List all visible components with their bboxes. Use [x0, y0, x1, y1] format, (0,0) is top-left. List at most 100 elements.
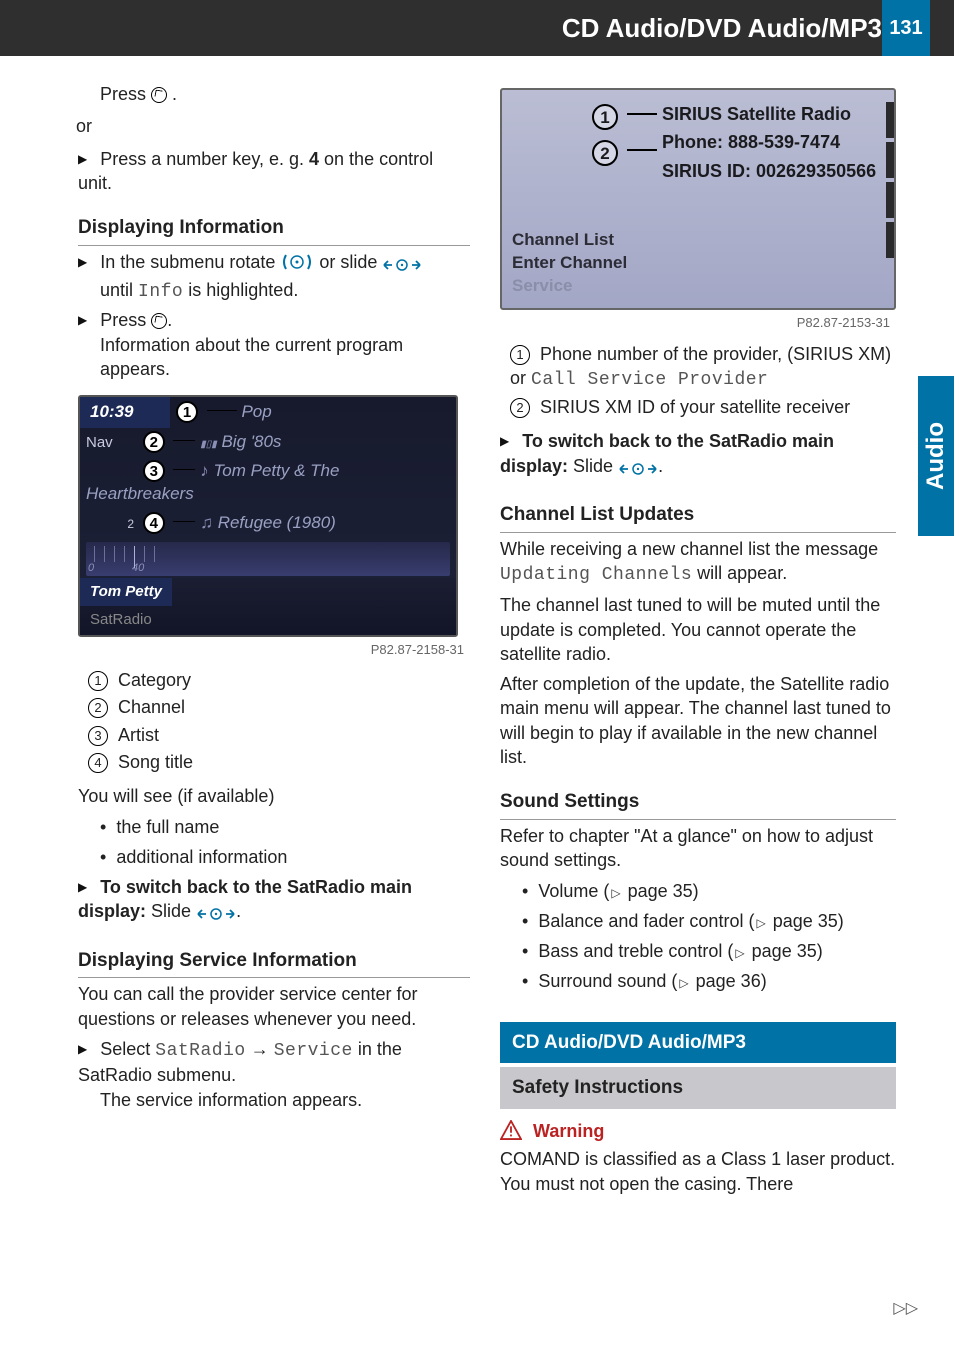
callout-label: Channel — [118, 697, 185, 717]
text: page 35) — [768, 911, 844, 931]
rotate-icon — [280, 253, 314, 277]
text: page 35) — [623, 881, 699, 901]
step-text: . — [167, 310, 172, 330]
you-will-see: You will see (if available) — [78, 784, 470, 808]
text: Balance and fader control ( — [538, 911, 754, 931]
page-ref-icon — [754, 911, 767, 931]
step-press: Press . — [100, 82, 470, 106]
screenshot-info-display: 10:39 1 Pop Nav 2 ▮▯▮ Big '80s 3 — [78, 395, 458, 636]
menu-item: SatRadio — [155, 1041, 245, 1061]
callout-label: Category — [118, 670, 191, 690]
step-bold: 4 — [309, 149, 319, 169]
press-icon — [151, 313, 167, 329]
step-rotate: In the submenu rotate or slide until Inf… — [78, 250, 470, 305]
shot-tab-satradio: SatRadio — [80, 606, 162, 634]
warning-title: Warning — [533, 1121, 604, 1141]
callout-4-num: 4 — [143, 512, 165, 534]
tick-label: 0 — [88, 561, 94, 576]
text: Volume ( — [538, 881, 609, 901]
page-ref-icon — [677, 971, 690, 991]
step-text: Press — [100, 310, 151, 330]
shot-tab-selected: Tom Petty — [80, 578, 172, 606]
section-channel-updates: Channel List Updates — [500, 502, 896, 533]
upd-text-3: After completion of the update, the Sate… — [500, 672, 896, 769]
page-ref-icon — [609, 881, 622, 901]
bullet-text: additional information — [116, 847, 287, 867]
text: page 35) — [747, 941, 823, 961]
figure-ref-2: P82.87-2153-31 — [500, 314, 890, 332]
step-switch-back-1: To switch back to the SatRadio main disp… — [78, 875, 470, 928]
step-switch-back-2: To switch back to the SatRadio main disp… — [500, 429, 896, 482]
callout-legend-2: 1Phone number of the provider, (SIRIUS X… — [500, 342, 896, 420]
step-result: The service information appears. — [100, 1088, 470, 1112]
warning-header: Warning — [500, 1119, 896, 1143]
upd-text-1: While receiving a new channel list the m… — [500, 537, 896, 588]
slide-icon — [618, 458, 658, 482]
section-displaying-information: Displaying Information — [78, 215, 470, 246]
screenshot-service-info: 1 2 SIRIUS Satellite Radio Phone: 888-53… — [500, 88, 896, 310]
press-icon — [151, 87, 167, 103]
bullet-surround: Surround sound ( page 36) — [522, 969, 896, 993]
figure-ref-1: P82.87-2158-31 — [78, 641, 464, 659]
callout-1-num: 1 — [176, 401, 198, 423]
shot-channel: Big '80s — [221, 432, 281, 451]
shot-menu-enter-channel: Enter Channel — [512, 252, 627, 275]
callout-num: 3 — [88, 726, 108, 746]
text: Bass and treble control ( — [538, 941, 733, 961]
shot-category: Pop — [241, 402, 271, 421]
menu-item: Service — [274, 1041, 353, 1061]
service-intro: You can call the provider service center… — [78, 982, 470, 1031]
callout-num: 1 — [510, 345, 530, 365]
slide-icon — [382, 254, 422, 278]
shot-artist: Tom Petty & The Heartbreakers — [86, 461, 339, 503]
mono-text: Updating Channels — [500, 565, 692, 585]
section-sound-settings: Sound Settings — [500, 789, 896, 820]
step-select-service: Select SatRadio → Service in the SatRadi… — [78, 1037, 470, 1112]
right-column: 1 2 SIRIUS Satellite Radio Phone: 888-53… — [500, 82, 896, 1274]
callout-text: SIRIUS XM ID of your satellite receiver — [540, 397, 850, 417]
step-text: . — [658, 456, 663, 476]
shot-scroll-indicators — [886, 98, 894, 300]
arrow: → — [246, 1039, 274, 1059]
callout-2-num: 2 — [592, 140, 618, 166]
continue-icon: ▷▷ — [893, 1298, 918, 1318]
step-result: Information about the current program ap… — [100, 333, 470, 382]
step-text: Slide — [573, 456, 618, 476]
text: Surround sound ( — [538, 971, 677, 991]
menu-item-info: Info — [138, 282, 183, 302]
warning-icon — [500, 1120, 522, 1140]
bullet-bass: Bass and treble control ( page 35) — [522, 939, 896, 963]
bullet-text: the full name — [116, 817, 219, 837]
shot-line-1: SIRIUS Satellite Radio — [662, 102, 886, 126]
bullet-fullname: the full name — [100, 815, 470, 839]
header-title: CD Audio/DVD Audio/MP3 — [562, 0, 882, 56]
callout-label: Song title — [118, 752, 193, 772]
bullet-volume: Volume ( page 35) — [522, 879, 896, 903]
step-text: Select — [100, 1039, 155, 1059]
side-tab-audio: Audio — [918, 376, 954, 536]
shot-nav: Nav — [86, 433, 138, 453]
slide-icon — [196, 903, 236, 927]
step-text: is highlighted. — [183, 280, 298, 300]
step-text: until — [100, 280, 138, 300]
upd-text-2: The channel last tuned to will be muted … — [500, 593, 896, 666]
shot-menu-service: Service — [512, 275, 627, 298]
step-press-2: Press . Information about the current pr… — [78, 308, 470, 381]
step-text: . — [236, 901, 241, 921]
left-column: Press . or Press a number key, e. g. 4 o… — [78, 82, 470, 1274]
step-bold: To switch back to the SatRadio main disp… — [78, 877, 412, 921]
callout-num: 2 — [510, 398, 530, 418]
callout-legend-1: 1Category 2Channel 3Artist 4Song title — [78, 668, 470, 774]
page-number: 131 — [882, 0, 930, 56]
step-text: In the submenu rotate — [100, 252, 280, 272]
page-ref-icon — [733, 941, 746, 961]
callout-num: 1 — [88, 671, 108, 691]
step-text: Slide — [151, 901, 196, 921]
subsection-safety: Safety Instructions — [500, 1067, 896, 1109]
step-text: or slide — [319, 252, 382, 272]
step-text: Press a number key, e. g. — [100, 149, 309, 169]
callout-mono: Call Service Provider — [531, 370, 768, 390]
shot-tuning-bar: 0 40 — [86, 542, 450, 576]
shot-line-3: SIRIUS ID: 002629350566 — [662, 159, 886, 183]
callout-3-num: 3 — [143, 460, 165, 482]
